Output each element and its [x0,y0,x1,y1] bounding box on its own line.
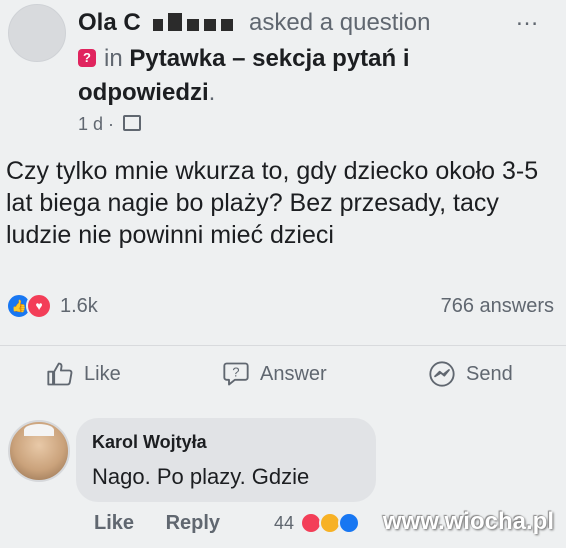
question-bubble-icon: ? [223,362,249,386]
messenger-icon [429,361,455,387]
group-prefix: in [104,45,123,72]
author-avatar[interactable] [8,4,66,62]
comment-text: Nago. Po plazy. Gdzie [92,464,310,489]
site-watermark: www.wiocha.pl [382,508,554,535]
group-name-cont[interactable]: odpowiedzi [78,79,209,106]
reactions-summary[interactable]: 👍 ♥ 1.6k [6,291,98,321]
commenter-avatar[interactable] [8,420,70,482]
action-bar: Like ? Answer Send [0,345,566,406]
post-card: Ola C asked a question … ? in Pytawka – s… [0,0,566,548]
author-name[interactable]: Ola C [78,9,141,36]
comment-reaction-count: 44 [274,512,295,533]
send-button[interactable]: Send [428,360,513,388]
love-reaction-icon: ♥ [26,293,52,319]
post-body: Czy tylko mnie wkurza to, gdy dziecko ok… [6,157,539,249]
comment-reactions[interactable]: 44 [274,512,361,534]
audience-icon [123,115,142,132]
comment-reply-button[interactable]: Reply [166,512,220,534]
post-meta: 1 d · [78,112,142,136]
more-options-icon[interactable]: … [515,4,540,32]
comment-actions: Like Reply [94,512,246,535]
reaction-count: 1.6k [60,294,98,317]
group-name[interactable]: Pytawka – sekcja pytań i [129,45,409,72]
group-line: ? in Pytawka – sekcja pytań i [78,44,410,74]
answer-label: Answer [260,362,327,385]
post-time[interactable]: 1 d · [78,114,114,134]
action-text: asked a question [249,9,431,36]
like-label: Like [84,362,121,385]
like-reaction-icon [338,512,361,534]
comment-like-button[interactable]: Like [94,512,134,534]
like-button[interactable]: Like [46,360,121,388]
group-name-continued[interactable]: odpowiedzi. [78,78,215,108]
zucchetto-shape [24,424,54,436]
question-badge-icon: ? [78,48,96,67]
comment-author[interactable]: Karol Wojtyła [92,432,207,453]
post-header: Ola C asked a question [78,8,431,39]
answers-count[interactable]: 766 answers [441,295,554,318]
comment-bubble: Karol Wojtyła Nago. Po plazy. Gdzie [76,418,376,502]
send-label: Send [466,362,513,385]
answer-button[interactable]: ? Answer [222,360,327,388]
group-suffix: . [208,79,216,106]
censored-surname [153,9,238,39]
thumbs-up-icon [47,362,73,386]
svg-text:?: ? [232,364,239,379]
